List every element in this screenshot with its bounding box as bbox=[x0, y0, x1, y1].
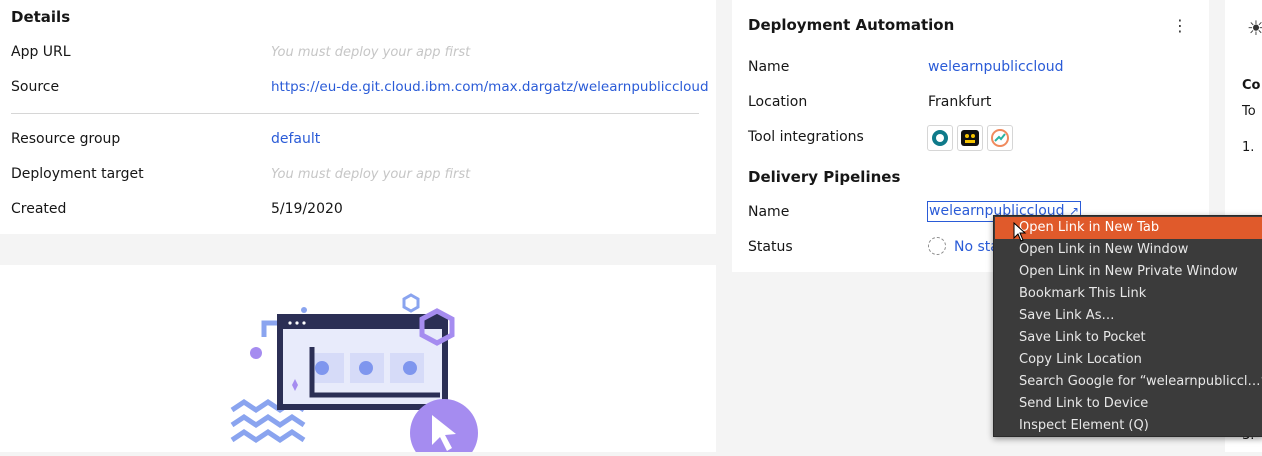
delivery-pipelines-title: Delivery Pipelines bbox=[748, 168, 901, 186]
tool-integration-icon-3[interactable] bbox=[987, 125, 1013, 151]
source-label: Source bbox=[11, 79, 60, 95]
status-pending-icon bbox=[928, 237, 946, 255]
tool-integrations-label: Tool integrations bbox=[748, 129, 864, 145]
automation-title: Deployment Automation bbox=[748, 16, 955, 34]
pipeline-name-label: Name bbox=[748, 204, 790, 220]
resource-group-link[interactable]: default bbox=[271, 131, 320, 147]
app-url-value: You must deploy your app first bbox=[271, 45, 471, 60]
details-card: Details App URL You must deploy your app… bbox=[0, 0, 716, 234]
toolchain-name-link[interactable]: welearnpubliccloud bbox=[928, 59, 1064, 75]
resource-group-label: Resource group bbox=[11, 131, 121, 147]
location-value: Frankfurt bbox=[928, 94, 992, 110]
location-label: Location bbox=[748, 94, 808, 110]
illustration-card bbox=[0, 265, 716, 456]
context-menu: Open Link in New Tab Open Link in New Wi… bbox=[993, 215, 1262, 437]
right-panel-text: To bbox=[1242, 104, 1256, 119]
menu-open-new-window[interactable]: Open Link in New Window bbox=[995, 239, 1262, 261]
right-panel-heading: Co bbox=[1242, 78, 1261, 93]
created-value: 5/19/2020 bbox=[271, 201, 343, 217]
deployment-target-label: Deployment target bbox=[11, 166, 144, 182]
pipeline-status-label: Status bbox=[748, 239, 793, 255]
deployment-target-value: You must deploy your app first bbox=[271, 167, 471, 182]
menu-copy-link-location[interactable]: Copy Link Location bbox=[995, 349, 1262, 371]
menu-search-google[interactable]: Search Google for “welearnpubliccl…” bbox=[995, 371, 1262, 393]
created-label: Created bbox=[11, 201, 67, 217]
lightbulb-icon: ☀ bbox=[1247, 16, 1262, 40]
toolchain-name-label: Name bbox=[748, 59, 790, 75]
menu-save-to-pocket[interactable]: Save Link to Pocket bbox=[995, 327, 1262, 349]
overflow-menu-icon[interactable]: ⋮ bbox=[1172, 16, 1188, 35]
app-url-label: App URL bbox=[11, 44, 71, 60]
tool-integration-icon-2[interactable] bbox=[957, 125, 983, 151]
tool-integration-icon-1[interactable] bbox=[927, 125, 953, 151]
right-panel-step-1: 1. bbox=[1242, 140, 1255, 155]
details-divider bbox=[11, 113, 699, 114]
menu-bookmark-link[interactable]: Bookmark This Link bbox=[995, 283, 1262, 305]
source-link[interactable]: https://eu-de.git.cloud.ibm.com/max.darg… bbox=[271, 79, 709, 95]
menu-open-private-window[interactable]: Open Link in New Private Window bbox=[995, 261, 1262, 283]
menu-save-link-as[interactable]: Save Link As… bbox=[995, 305, 1262, 327]
details-title: Details bbox=[11, 8, 71, 26]
deploy-illustration bbox=[230, 293, 478, 456]
menu-inspect-element[interactable]: Inspect Element (Q) bbox=[995, 415, 1262, 437]
menu-open-new-tab[interactable]: Open Link in New Tab bbox=[995, 217, 1262, 239]
mouse-pointer-icon bbox=[1013, 222, 1027, 242]
menu-send-to-device[interactable]: Send Link to Device bbox=[995, 393, 1262, 415]
